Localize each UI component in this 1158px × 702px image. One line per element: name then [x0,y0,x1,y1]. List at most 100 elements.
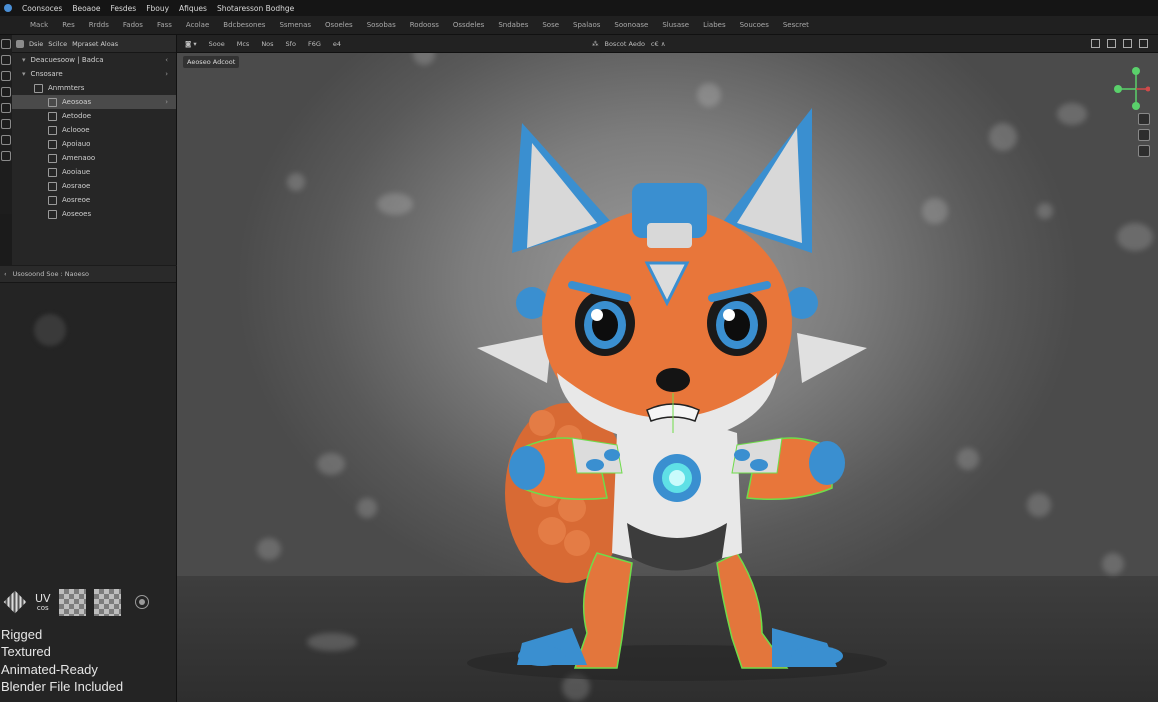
menu-item[interactable]: Liabes [703,21,726,29]
bone-icon [48,181,57,191]
item-label: Amenaoo [62,154,96,162]
material-shading-icon[interactable] [1123,39,1132,48]
bone-icon [48,167,57,177]
menu-item[interactable]: Bdcbesones [223,21,265,29]
title-item[interactable]: Shotaresson Bodhge [217,4,294,13]
menu-item[interactable]: Spalaos [573,21,600,29]
app-logo-icon [4,4,12,12]
outliner-item[interactable]: Aoseoes [12,207,176,221]
menu-item[interactable]: Rrdds [89,21,109,29]
wireframe-shading-icon[interactable] [1091,39,1100,48]
menu-item[interactable]: Sose [542,21,559,29]
properties-panel: ‹ Usosoond Soe : Naoeso UV cos Rigged Te… [0,266,177,702]
menu-item[interactable]: Sosobas [367,21,396,29]
outliner-header: Dsie Scilce Mpraset Aloas [12,35,176,53]
viewport-center-controls: ⁂ Boscot Aedo c€ ∧ [592,40,665,48]
viewport-menu[interactable]: F6G [308,40,321,48]
viewport-menu[interactable]: Sooe [209,40,225,48]
outliner-item[interactable]: Acloooe [12,123,176,137]
view-mode-icon[interactable]: ◙ ▾ [185,40,197,48]
uv-badge: UV cos [35,593,51,612]
outliner-item[interactable]: Aetodoe [12,109,176,123]
menu-item[interactable]: Sndabes [498,21,528,29]
viewport-menu[interactable]: Nos [261,40,273,48]
outliner-item[interactable]: Amenaoo [12,151,176,165]
cursor-tool-icon[interactable] [1,151,11,161]
uv-sublabel: cos [36,603,49,612]
snap-toggle[interactable]: c€ ∧ [651,40,666,48]
scene-path: Deacuesoow | Badca [30,56,104,64]
outliner-item[interactable]: Aosreoe [12,193,176,207]
menu-item[interactable]: Sescret [783,21,809,29]
feature-textured: Textured [1,644,51,660]
outliner-item[interactable]: Aooiaue [12,165,176,179]
shading-dropdown[interactable]: Boscot Aedo [605,40,645,48]
move-tool-icon[interactable] [1,55,11,65]
pin-icon[interactable]: ‹ [4,270,7,278]
expand-arrow-icon[interactable]: ▾ [22,70,26,78]
feature-badges: UV cos [0,584,176,620]
torso [612,423,742,571]
properties-header: ‹ Usosoond Soe : Naoeso [0,266,176,283]
viewport-menu[interactable]: e4 [333,40,341,48]
menu-item[interactable]: Fass [157,21,172,29]
feature-blender-file: Blender File Included [1,678,124,694]
menu-item[interactable]: Soonoase [614,21,648,29]
item-label: Aosraoe [62,182,91,190]
collection-row[interactable]: ▾ Cnsosare › [12,67,176,81]
outliner-path-row[interactable]: ▾ Deacuesoow | Badca ‹ [12,53,176,67]
title-item[interactable]: Fbouy [146,4,169,13]
texture-checker-icon [93,588,121,616]
select-tool-icon[interactable] [1,39,11,49]
outliner-filter-label[interactable]: Mpraset Aloas [72,40,118,48]
viewport-menu[interactable]: Mcs [237,40,250,48]
outliner-item[interactable]: Aosraoe [12,179,176,193]
item-label: Aooiaue [62,168,91,176]
outliner-chip[interactable]: Scilce [48,40,67,48]
menu-item[interactable]: Ssmenas [279,21,311,29]
title-item[interactable]: Beoaoe [72,4,100,13]
rotate-tool-icon[interactable] [1,71,11,81]
menu-item[interactable]: Slusase [662,21,689,29]
item-label: Aeosoas [62,98,92,106]
menu-bar: Mack Res Rrdds Fados Fass Acolae Bdcbeso… [0,16,1158,35]
transform-tool-icon[interactable] [1,103,11,113]
menu-item[interactable]: Acolae [186,21,209,29]
menu-item[interactable]: Res [62,21,75,29]
rendered-shading-icon[interactable] [1139,39,1148,48]
transform-pivot-icon[interactable]: ⁂ [592,40,599,48]
bone-icon [48,209,57,219]
expand-arrow-icon[interactable]: ▾ [22,56,26,64]
feature-rigged: Rigged [1,627,43,642]
title-item[interactable]: Coonsoces [22,4,62,13]
3d-viewport[interactable]: Aeoseo Adcoot [177,53,1158,702]
properties-title: Usosoond Soe : Naoeso [12,270,89,278]
fox-robot-character[interactable] [177,53,1158,702]
uv-label: UV [35,591,51,605]
outliner-panel: Dsie Scilce Mpraset Aloas ▾ Deacuesoow |… [12,35,177,265]
bone-icon [48,153,57,163]
title-item[interactable]: Afiques [179,4,207,13]
measure-tool-icon[interactable] [1,135,11,145]
viewport-menu[interactable]: Sfo [286,40,296,48]
outliner-item[interactable]: Aeosoas › [12,95,176,109]
editor-type-icon[interactable] [16,39,24,48]
title-item[interactable]: Fesdes [110,4,136,13]
armature-row[interactable]: Anmmters [12,81,176,95]
menu-item[interactable]: Soucoes [740,21,769,29]
outliner-item[interactable]: Apoiauo [12,137,176,151]
armature-label: Anmmters [48,84,85,92]
item-label: Aoseoes [62,210,92,218]
scale-tool-icon[interactable] [1,87,11,97]
menu-item[interactable]: Mack [30,21,48,29]
tool-strip [0,35,12,214]
solid-shading-icon[interactable] [1107,39,1116,48]
menu-item[interactable]: Rodooss [410,21,439,29]
menu-item[interactable]: Fados [123,21,143,29]
outliner-chip[interactable]: Dsie [29,40,43,48]
viewport-header: ◙ ▾ Sooe Mcs Nos Sfo F6G e4 ⁂ Boscot Aed… [177,35,1158,53]
menu-item[interactable]: Osoeles [325,21,353,29]
menu-item[interactable]: Ossdeles [453,21,484,29]
title-bar: Coonsoces Beoaoe Fesdes Fbouy Afiques Sh… [0,0,1158,16]
annotate-tool-icon[interactable] [1,119,11,129]
